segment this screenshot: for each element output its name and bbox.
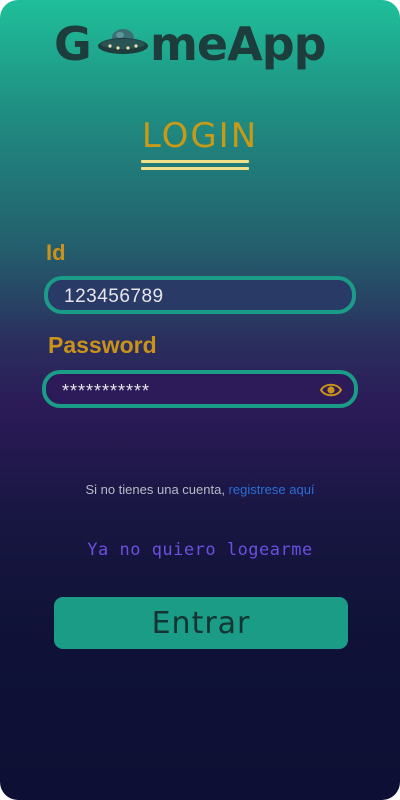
password-field-value: *********** <box>62 381 151 401</box>
enter-button[interactable]: Entrar <box>54 597 348 649</box>
logo-suffix: meApp <box>150 17 327 71</box>
password-label: Password <box>48 332 157 358</box>
page-title: LOGIN <box>141 116 259 156</box>
register-prompt: Si no tienes una cuenta, registrese aquí <box>0 482 400 497</box>
register-text: Si no tienes una cuenta, <box>85 482 229 497</box>
id-label: Id <box>46 240 66 265</box>
logo-prefix: G <box>54 17 92 71</box>
login-screen: G meApp LOGIN Id 123456789 Password ****… <box>0 0 400 800</box>
password-field[interactable]: *********** <box>42 370 358 408</box>
id-field-value: 123456789 <box>64 286 164 307</box>
register-link[interactable]: registrese aquí <box>229 482 315 497</box>
eye-icon[interactable] <box>320 382 342 398</box>
skip-login-link[interactable]: Ya no quiero logearme <box>0 540 400 560</box>
ufo-icon <box>98 29 148 54</box>
title-underline <box>141 160 249 172</box>
app-logo: G meApp <box>0 14 400 78</box>
id-field[interactable]: 123456789 <box>44 276 356 314</box>
